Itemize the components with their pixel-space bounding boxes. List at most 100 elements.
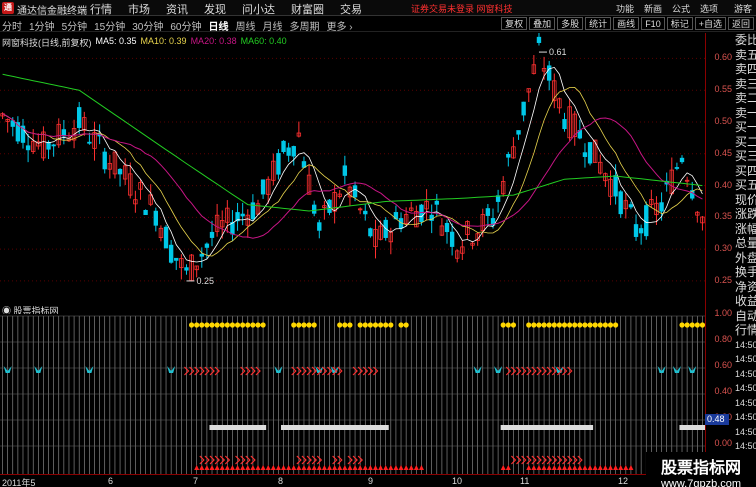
tab-weekly[interactable]: 周线 [236, 18, 256, 33]
price-tick-label: 0.45 [714, 147, 732, 158]
login-notice[interactable]: 证券交易未登录 网窗科技 [411, 2, 513, 15]
candle-body [613, 175, 618, 197]
guest-label[interactable]: 游客 [734, 2, 752, 15]
draw-line-button[interactable]: 画线 [613, 17, 640, 30]
nav-trade[interactable]: 交易 [340, 1, 362, 17]
quote-field-label: 14:50 [735, 383, 756, 393]
quote-field-label: 收益 [735, 294, 756, 308]
trend-band [694, 425, 701, 430]
trend-band [541, 425, 548, 430]
trend-band [362, 425, 369, 430]
candle-body [174, 257, 179, 261]
quote-field-label: 14:50 [735, 339, 756, 350]
candle-body [638, 228, 644, 234]
ma10-label: MA10: 0.39 [140, 36, 187, 46]
buy-signal-dot [403, 322, 409, 328]
candle-body [317, 222, 322, 231]
buy-signal-dot [245, 322, 251, 328]
date-tick-label: 7 [193, 476, 199, 486]
trend-band [342, 425, 348, 430]
trend-band [286, 425, 292, 430]
trend-band [556, 425, 563, 430]
nav-wealth[interactable]: 财富圈 [291, 1, 324, 17]
trend-band [321, 425, 328, 430]
tab-more[interactable]: 更多 › [327, 18, 353, 33]
main-nav: 行情 市场 资讯 发现 问小达 财富圈 交易 [90, 1, 378, 17]
nav-market[interactable]: 市场 [128, 1, 150, 17]
buy-signal-dot [602, 322, 608, 328]
candle-body [659, 202, 664, 212]
f10-button[interactable]: F10 [641, 17, 665, 30]
candle-body [327, 199, 332, 213]
mark-button[interactable]: 标记 [666, 17, 693, 30]
menu-options[interactable]: 选项 [700, 2, 718, 15]
candle-body [449, 231, 455, 247]
indicator-chart[interactable] [0, 314, 705, 474]
menu-new[interactable]: 新画 [644, 2, 662, 15]
quote-field-label: 14:50 [735, 368, 756, 379]
buy-signal-dot [255, 322, 261, 328]
trend-band [521, 425, 527, 430]
trend-band [510, 425, 517, 430]
quote-field-label: 自动 [735, 308, 756, 323]
buy-signal-dot [556, 322, 563, 328]
buy-signal-dot [372, 322, 379, 328]
buy-signal-dot [234, 322, 241, 328]
tab-monthly[interactable]: 月线 [263, 18, 283, 33]
price-axis: 0.60 0.55 0.50 0.45 0.40 0.35 0.30 0.25 1.00 0.80… [705, 33, 735, 474]
buy-signal-dot [607, 322, 614, 328]
menu-formula[interactable]: 公式 [672, 2, 690, 15]
price-tick-label: 0.35 [714, 211, 732, 222]
trend-band [526, 425, 532, 430]
quote-field-label: 买四 [735, 163, 756, 178]
candle-body [184, 267, 189, 271]
trend-band [679, 425, 686, 430]
trend-band [551, 425, 558, 430]
candle-body [444, 222, 450, 233]
trend-band [280, 425, 287, 430]
candle-body [240, 213, 245, 217]
tab-intraday[interactable]: 分时 [2, 18, 22, 33]
tab-1min[interactable]: 1分钟 [29, 18, 55, 33]
candle-body [117, 168, 123, 175]
buy-signal-dot [362, 322, 368, 328]
nav-discover[interactable]: 发现 [204, 1, 226, 17]
quote-field-label: 卖五 [735, 47, 756, 62]
trend-band [500, 425, 507, 430]
buy-signal-dot [398, 322, 404, 328]
tab-30min[interactable]: 30分钟 [132, 18, 163, 33]
back-button[interactable]: 返回 [727, 17, 754, 30]
add-watchlist-button[interactable]: +自选 [694, 17, 726, 30]
candle-body [582, 152, 588, 157]
overlay-button[interactable]: 叠加 [529, 17, 556, 30]
buy-signal-dot [592, 322, 598, 328]
candle-body [536, 36, 542, 43]
nav-news[interactable]: 资讯 [166, 1, 188, 17]
candle-body [679, 157, 685, 163]
candle-body [352, 185, 358, 198]
tab-15min[interactable]: 15分钟 [94, 18, 125, 33]
tab-daily[interactable]: 日线 [209, 18, 229, 33]
stats-button[interactable]: 统计 [585, 17, 612, 30]
menu-function[interactable]: 功能 [616, 2, 634, 15]
buy-signal-dot [209, 322, 215, 328]
tab-5min[interactable]: 5分钟 [62, 18, 88, 33]
trend-band [689, 425, 696, 430]
multi-stock-button[interactable]: 多股 [557, 17, 584, 30]
candlestick-chart[interactable]: 0.61 0.25 [0, 33, 705, 300]
quote-field-label: 卖一 [735, 105, 756, 120]
nav-quotes[interactable]: 行情 [90, 1, 112, 17]
candle-body [102, 151, 107, 170]
date-tick-label: 11 [520, 476, 530, 486]
candle-body [516, 130, 521, 135]
restore-right-button[interactable]: 复权 [501, 17, 528, 30]
quote-field-label: 14:50 [735, 412, 756, 422]
indicator-tick-label: 0.40 [714, 386, 732, 396]
trend-band [515, 425, 522, 430]
tab-60min[interactable]: 60分钟 [170, 18, 201, 33]
nav-assistant[interactable]: 问小达 [242, 1, 275, 17]
date-tick-label: 2011年5 [2, 478, 36, 487]
quote-field-label: 买五 [735, 178, 756, 192]
tab-multi-period[interactable]: 多周期 [290, 18, 320, 33]
trend-band [582, 425, 588, 430]
